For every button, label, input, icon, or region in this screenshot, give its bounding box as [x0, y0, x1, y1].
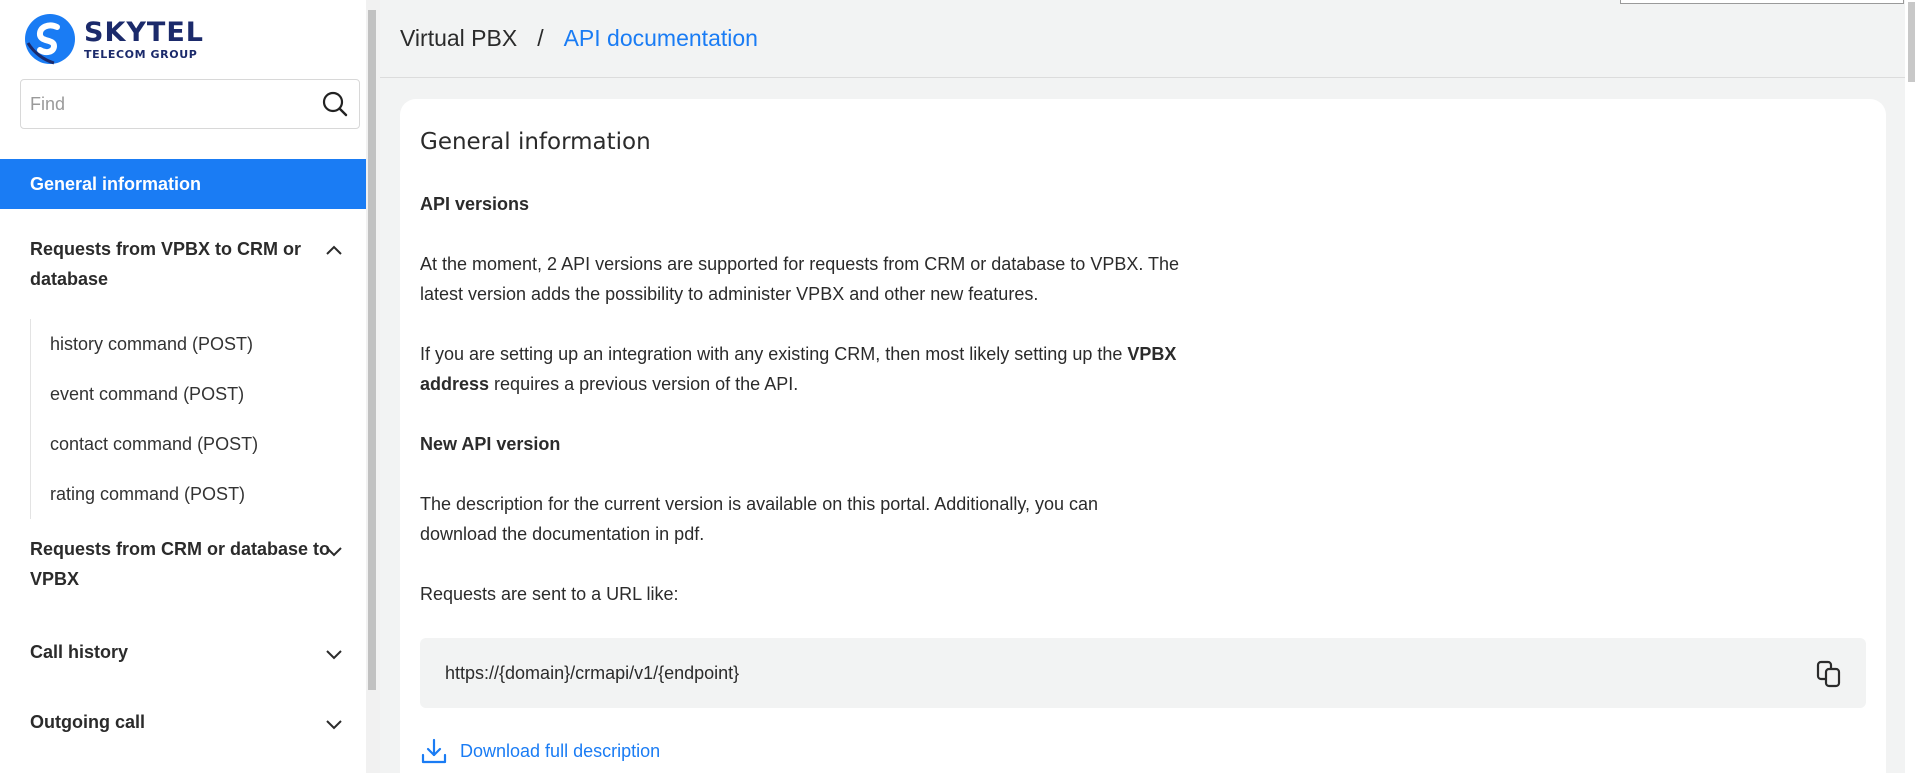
paragraph-current-version: The description for the current version … — [420, 494, 1099, 544]
right-edge-strip — [1906, 694, 1920, 773]
chevron-up-icon[interactable] — [324, 241, 344, 261]
search-box — [20, 79, 360, 129]
new-api-version-heading: New API version — [420, 434, 561, 454]
sidebar-scrollbar-thumb[interactable] — [368, 10, 376, 690]
sidebar-item-general-information[interactable]: General information — [0, 159, 366, 209]
sidebar-group-crm-to-vpbx[interactable]: Requests from CRM or database to VPBX — [30, 534, 342, 594]
skytel-logo-icon — [25, 14, 75, 65]
download-full-description-link[interactable]: Download full description — [420, 737, 660, 765]
sidebar: SKYTEL TELECOM GROUP General information… — [0, 0, 366, 773]
sidebar-group-label: Requests from VPBX to CRM or database — [30, 239, 302, 289]
paragraph-api-versions: At the moment, 2 API versions are suppor… — [420, 254, 1180, 304]
paragraph-requests-url: Requests are sent to a URL like: — [420, 584, 679, 604]
sidebar-group-vpbx-to-crm[interactable]: Requests from VPBX to CRM or database — [30, 234, 342, 294]
sidebar-item-label: rating command (POST) — [50, 483, 246, 504]
logo[interactable]: SKYTEL TELECOM GROUP — [24, 13, 204, 65]
paragraph-text: If you are setting up an integration wit… — [420, 344, 1128, 364]
api-versions-heading: API versions — [420, 194, 530, 214]
download-icon — [421, 738, 447, 764]
chevron-down-icon[interactable] — [324, 541, 344, 561]
sidebar-item-label: contact command (POST) — [50, 433, 259, 454]
breadcrumb: Virtual PBX / API documentation — [380, 0, 1905, 78]
sidebar-item-contact-command[interactable]: contact command (POST) — [31, 419, 340, 469]
sidebar-group-outgoing-call[interactable]: Outgoing call — [30, 707, 342, 737]
sidebar-group-label: Outgoing call — [30, 712, 145, 732]
url-code-block: https://{domain}/crmapi/v1/{endpoint} — [420, 638, 1866, 708]
search-icon[interactable] — [321, 90, 349, 118]
sidebar-item-event-command[interactable]: event command (POST) — [31, 369, 340, 419]
copy-icon[interactable] — [1816, 660, 1842, 688]
content-card: General information API versions At the … — [400, 99, 1886, 773]
breadcrumb-separator: / — [537, 25, 544, 51]
page-title: General information — [420, 129, 651, 155]
sidebar-item-label: General information — [30, 173, 202, 194]
chevron-down-icon[interactable] — [324, 644, 344, 664]
brand-name: SKYTEL — [84, 16, 204, 48]
sidebar-item-label: history command (POST) — [50, 333, 254, 354]
sidebar-scrollbar[interactable] — [366, 0, 380, 773]
brand-subtitle: TELECOM GROUP — [84, 47, 198, 61]
breadcrumb-current[interactable]: API documentation — [564, 25, 758, 52]
sidebar-nav: General information Requests from VPBX t… — [0, 159, 366, 732]
breadcrumb-root[interactable]: Virtual PBX — [400, 25, 517, 52]
sidebar-item-history-command[interactable]: history command (POST) — [31, 319, 340, 369]
sidebar-group-label: Call history — [30, 642, 129, 662]
main-scrollbar-thumb[interactable] — [1908, 2, 1915, 82]
chevron-down-icon[interactable] — [324, 714, 344, 734]
search-input[interactable] — [21, 80, 321, 128]
sidebar-item-rating-command[interactable]: rating command (POST) — [31, 469, 340, 519]
sidebar-group-label: Requests from CRM or database to VPBX — [30, 539, 331, 589]
top-edge-panel — [1620, 0, 1904, 4]
main-scrollbar[interactable] — [1905, 0, 1920, 773]
paragraph-text: requires a previous version of the API. — [489, 374, 799, 394]
paragraph-crm-integration: If you are setting up an integration wit… — [420, 339, 1180, 399]
sidebar-item-label: event command (POST) — [50, 383, 245, 404]
submenu-vpbx-to-crm: history command (POST) event command (PO… — [30, 319, 340, 519]
endpoint-url: https://{domain}/crmapi/v1/{endpoint} — [445, 662, 740, 683]
download-label: Download full description — [460, 740, 661, 761]
sidebar-group-call-history[interactable]: Call history — [30, 637, 342, 667]
